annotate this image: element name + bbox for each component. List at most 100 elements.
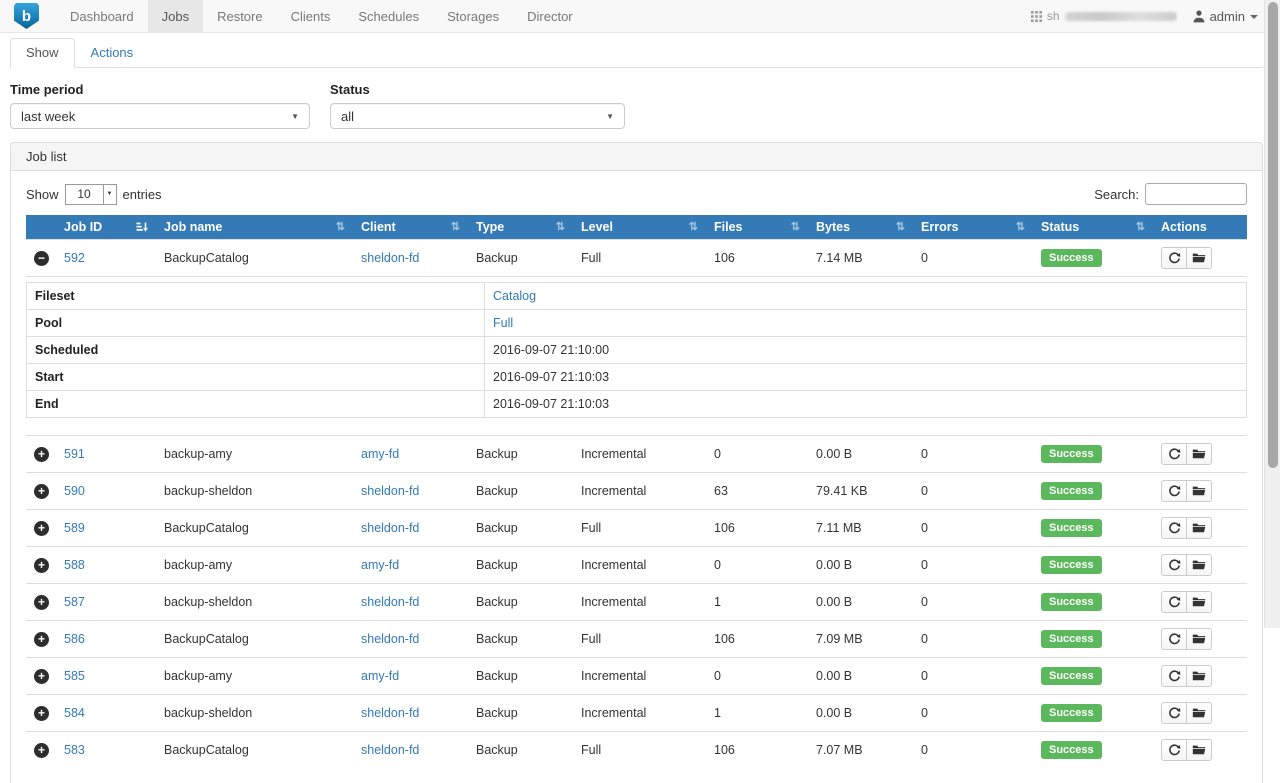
detail-row: Scheduled 2016-09-07 21:10:00: [27, 337, 1247, 364]
restore-files-button[interactable]: [1186, 247, 1212, 269]
client-link[interactable]: amy-fd: [361, 669, 399, 683]
search-input[interactable]: [1145, 183, 1247, 205]
client-link[interactable]: sheldon-fd: [361, 251, 419, 265]
nav-item-storages[interactable]: Storages: [433, 0, 513, 32]
folder-icon: [1192, 707, 1206, 719]
rerun-job-button[interactable]: [1161, 665, 1187, 687]
tab-actions[interactable]: Actions: [75, 38, 150, 68]
rerun-icon: [1168, 448, 1181, 461]
restore-files-button[interactable]: [1186, 443, 1212, 465]
expand-row-icon[interactable]: +: [34, 521, 49, 536]
col-header-client[interactable]: ⇅Client: [353, 215, 468, 240]
rerun-job-button[interactable]: [1161, 480, 1187, 502]
expand-row-icon[interactable]: +: [34, 743, 49, 758]
user-menu[interactable]: admin: [1193, 9, 1258, 24]
rerun-job-button[interactable]: [1161, 247, 1187, 269]
restore-files-button[interactable]: [1186, 591, 1212, 613]
client-link[interactable]: sheldon-fd: [361, 521, 419, 535]
expand-row-icon[interactable]: +: [34, 558, 49, 573]
nav-item-director[interactable]: Director: [513, 0, 587, 32]
status-badge: Success: [1041, 667, 1102, 685]
folder-icon: [1192, 485, 1206, 497]
job-type: Backup: [476, 743, 518, 757]
client-link[interactable]: sheldon-fd: [361, 595, 419, 609]
job-id-link[interactable]: 592: [64, 251, 85, 265]
rerun-job-button[interactable]: [1161, 554, 1187, 576]
client-link[interactable]: sheldon-fd: [361, 632, 419, 646]
expand-row-icon[interactable]: +: [34, 595, 49, 610]
restore-files-button[interactable]: [1186, 480, 1212, 502]
client-link[interactable]: amy-fd: [361, 447, 399, 461]
restore-files-button[interactable]: [1186, 665, 1212, 687]
rerun-job-button[interactable]: [1161, 702, 1187, 724]
col-header-job-name[interactable]: ⇅Job name: [156, 215, 353, 240]
detail-label: Scheduled: [27, 337, 485, 364]
rerun-job-button[interactable]: [1161, 591, 1187, 613]
job-id-link[interactable]: 589: [64, 521, 85, 535]
job-id-link[interactable]: 587: [64, 595, 85, 609]
expand-row-icon[interactable]: +: [34, 484, 49, 499]
col-header-type[interactable]: ⇅Type: [468, 215, 573, 240]
job-level: Incremental: [581, 447, 646, 461]
job-type: Backup: [476, 251, 518, 265]
restore-files-button[interactable]: [1186, 739, 1212, 761]
rerun-job-button[interactable]: [1161, 443, 1187, 465]
col-label: Job ID: [64, 220, 102, 234]
client-link[interactable]: amy-fd: [361, 558, 399, 572]
rerun-job-button[interactable]: [1161, 517, 1187, 539]
job-list-panel: Job list Show 10 ▼ entries Search:: [10, 142, 1263, 783]
detail-label: Pool: [27, 310, 485, 337]
client-link[interactable]: sheldon-fd: [361, 743, 419, 757]
tab-show[interactable]: Show: [10, 38, 75, 68]
col-header-files[interactable]: ⇅Files: [706, 215, 808, 240]
restore-files-button[interactable]: [1186, 702, 1212, 724]
expand-row-icon[interactable]: +: [34, 447, 49, 462]
brand[interactable]: b: [14, 0, 39, 32]
nav-item-jobs[interactable]: Jobs: [148, 0, 203, 32]
job-bytes: 79.41 KB: [816, 484, 867, 498]
row-actions: [1161, 247, 1212, 269]
restore-files-button[interactable]: [1186, 554, 1212, 576]
job-id-link[interactable]: 586: [64, 632, 85, 646]
host-prefix: sh: [1047, 9, 1060, 23]
rerun-job-button[interactable]: [1161, 628, 1187, 650]
status-select[interactable]: all ▼: [330, 103, 625, 129]
col-header-job-id[interactable]: Job ID: [56, 215, 156, 240]
time-period-select[interactable]: last week ▼: [10, 103, 310, 129]
table-row: + 589 BackupCatalog sheldon-fd Backup Fu…: [26, 510, 1247, 547]
client-link[interactable]: sheldon-fd: [361, 484, 419, 498]
job-bytes: 0.00 B: [816, 706, 852, 720]
folder-icon: [1192, 522, 1206, 534]
rerun-job-button[interactable]: [1161, 739, 1187, 761]
restore-files-button[interactable]: [1186, 628, 1212, 650]
detail-value-link[interactable]: Catalog: [493, 289, 536, 303]
job-id-link[interactable]: 583: [64, 743, 85, 757]
client-link[interactable]: sheldon-fd: [361, 706, 419, 720]
scrollbar-thumb[interactable]: [1268, 2, 1278, 468]
expand-row-icon[interactable]: +: [34, 669, 49, 684]
job-id-link[interactable]: 591: [64, 447, 85, 461]
job-id-link[interactable]: 585: [64, 669, 85, 683]
col-header-level[interactable]: ⇅Level: [573, 215, 706, 240]
expand-row-icon[interactable]: −: [34, 251, 49, 266]
col-header-status[interactable]: ⇅Status: [1033, 215, 1153, 240]
restore-files-button[interactable]: [1186, 517, 1212, 539]
job-id-link[interactable]: 584: [64, 706, 85, 720]
panel-title: Job list: [11, 143, 1262, 171]
col-header-errors[interactable]: ⇅Errors: [913, 215, 1033, 240]
job-id-link[interactable]: 588: [64, 558, 85, 572]
detail-value-link[interactable]: Full: [493, 316, 513, 330]
entries-select[interactable]: 10 ▼: [65, 184, 117, 205]
nav-item-restore[interactable]: Restore: [203, 0, 277, 32]
expand-row-icon[interactable]: +: [34, 632, 49, 647]
nav-item-dashboard[interactable]: Dashboard: [56, 0, 148, 32]
expand-row-icon[interactable]: +: [34, 706, 49, 721]
nav-item-clients[interactable]: Clients: [277, 0, 345, 32]
col-header-bytes[interactable]: ⇅Bytes: [808, 215, 913, 240]
row-actions: [1161, 702, 1212, 724]
vertical-scrollbar[interactable]: [1264, 0, 1280, 628]
job-id-link[interactable]: 590: [64, 484, 85, 498]
nav-item-schedules[interactable]: Schedules: [344, 0, 433, 32]
job-bytes: 7.09 MB: [816, 632, 863, 646]
nav-item-label: Restore: [217, 9, 263, 24]
